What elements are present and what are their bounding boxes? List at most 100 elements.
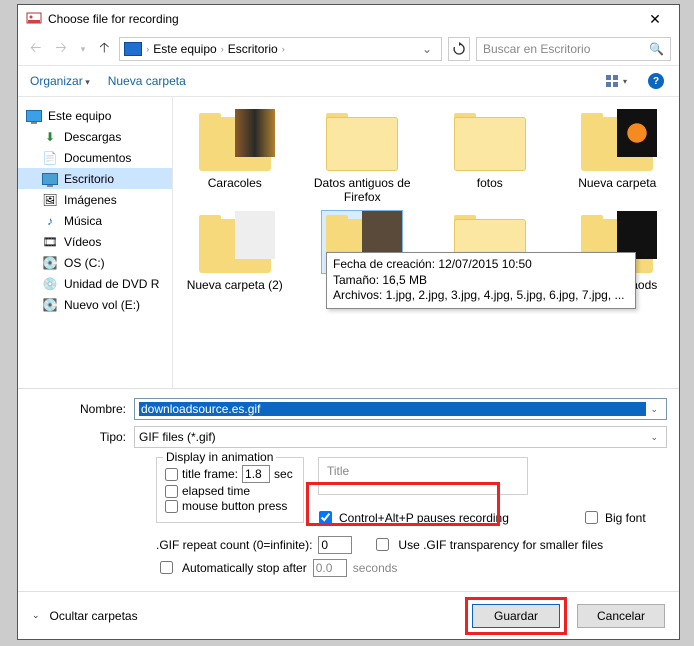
new-folder-button[interactable]: Nueva carpeta xyxy=(108,74,186,88)
up-button[interactable]: 🡡 xyxy=(95,37,113,61)
address-bar[interactable]: › Este equipo › Escritorio › ⌄ xyxy=(119,37,442,61)
help-button[interactable]: ? xyxy=(645,70,667,92)
tree-label: Imágenes xyxy=(64,193,117,207)
folder-item[interactable]: Nueva carpeta xyxy=(564,109,672,205)
tree-item-escritorio[interactable]: Escritorio xyxy=(18,168,172,189)
address-dropdown[interactable]: ⌄ xyxy=(417,42,437,56)
pause-label: Control+Alt+P pauses recording xyxy=(339,511,509,525)
tree-item-documentos[interactable]: 📄Documentos xyxy=(18,147,172,168)
tree-label: OS (C:) xyxy=(64,256,105,270)
recent-dropdown[interactable]: ▾ xyxy=(77,44,90,55)
folder-label: Nueva carpeta xyxy=(564,177,672,191)
gif-repeat-row: .GIF repeat count (0=infinite): Use .GIF… xyxy=(18,531,679,554)
filetype-row: Tipo: GIF files (*.gif) ⌄ xyxy=(18,423,679,451)
monitor-icon xyxy=(26,108,42,124)
elapsed-time-checkbox[interactable]: elapsed time xyxy=(165,484,295,498)
auto-stop-row: Automatically stop after seconds xyxy=(18,554,679,577)
tree-item-nuevo-vol[interactable]: 💽 Nuevo vol (E:) xyxy=(18,294,172,315)
save-button[interactable]: Guardar xyxy=(472,604,560,628)
tree-item-imagenes[interactable]: 🖼 Imágenes xyxy=(18,189,172,210)
breadcrumb-segment[interactable]: Escritorio xyxy=(228,42,278,56)
tree-item-musica[interactable]: ♪Música xyxy=(18,210,172,231)
tree-label: Nuevo vol (E:) xyxy=(64,298,140,312)
tree-item-os-c[interactable]: 💽 OS (C:) xyxy=(18,252,172,273)
file-pane[interactable]: Caracoles Datos antiguos de Firefox foto… xyxy=(173,97,679,388)
pause-recording-checkbox[interactable]: Control+Alt+P pauses recording xyxy=(315,508,509,527)
download-icon: ⬇ xyxy=(42,129,58,145)
search-icon: 🔍 xyxy=(649,42,664,56)
view-options-button[interactable]: ▾ xyxy=(605,70,627,92)
monitor-icon xyxy=(124,42,142,56)
folder-label: Nueva carpeta (2) xyxy=(181,279,289,293)
checkbox[interactable] xyxy=(165,500,178,513)
tree-item-videos[interactable]: 🎞 Vídeos xyxy=(18,231,172,252)
folder-label: Caracoles xyxy=(181,177,289,191)
breadcrumb-root[interactable]: Este equipo xyxy=(153,42,216,56)
auto-stop-input[interactable] xyxy=(313,559,347,577)
checkbox[interactable] xyxy=(165,485,178,498)
hide-folders-link[interactable]: Ocultar carpetas xyxy=(50,609,138,623)
title-placeholder: Title xyxy=(327,464,349,478)
checkbox[interactable] xyxy=(319,511,332,524)
checkbox-label: title frame: xyxy=(182,467,238,481)
checkbox[interactable] xyxy=(165,468,178,481)
chevron-down-icon[interactable]: ⌄ xyxy=(646,432,662,443)
tree-label: Vídeos xyxy=(64,235,101,249)
chevron-down-icon[interactable]: ⌄ xyxy=(646,404,662,415)
document-icon: 📄 xyxy=(42,150,58,166)
filename-row: Nombre: downloadsource.es.gif ⌄ xyxy=(18,395,679,423)
folder-item[interactable]: Datos antiguos de Firefox xyxy=(309,109,417,205)
title-frame-seconds-input[interactable] xyxy=(242,465,270,483)
filetype-label: Tipo: xyxy=(30,430,126,444)
folder-item[interactable]: Caracoles xyxy=(181,109,289,205)
filetype-select[interactable]: GIF files (*.gif) ⌄ xyxy=(134,426,667,448)
tree-item-dvd[interactable]: 💿Unidad de DVD R xyxy=(18,273,172,294)
pictures-icon: 🖼 xyxy=(42,192,58,208)
nav-bar: 🡠 🡢 ▾ 🡡 › Este equipo › Escritorio › ⌄ B… xyxy=(18,33,679,65)
checkbox[interactable] xyxy=(585,511,598,524)
nav-tree: Este equipo ⬇Descargas 📄Documentos Escri… xyxy=(18,97,173,388)
use-transparency-checkbox[interactable] xyxy=(376,538,389,551)
back-button[interactable]: 🡠 xyxy=(26,37,45,61)
checkbox-label: mouse button press xyxy=(182,499,287,513)
tooltip-line: Archivos: 1.jpg, 2.jpg, 3.jpg, 4.jpg, 5.… xyxy=(333,288,629,304)
filename-value: downloadsource.es.gif xyxy=(139,402,646,416)
title-frame-checkbox[interactable]: title frame: sec xyxy=(165,465,295,483)
tooltip: Fecha de creación: 12/07/2015 10:50 Tama… xyxy=(326,252,636,309)
search-input[interactable]: Buscar en Escritorio 🔍 xyxy=(476,37,671,61)
file-dialog: Choose file for recording ✕ 🡠 🡢 ▾ 🡡 › Es… xyxy=(17,4,680,640)
gif-repeat-input[interactable] xyxy=(318,536,352,554)
folder-item[interactable]: fotos xyxy=(436,109,544,205)
mouse-press-checkbox[interactable]: mouse button press xyxy=(165,499,295,513)
drive-icon: 💽 xyxy=(42,255,58,271)
display-group: Display in animation title frame: sec el… xyxy=(156,457,304,523)
cancel-button[interactable]: Cancelar xyxy=(577,604,665,628)
tooltip-line: Tamaño: 16,5 MB xyxy=(333,273,629,289)
filetype-value: GIF files (*.gif) xyxy=(139,430,646,444)
auto-stop-checkbox[interactable] xyxy=(160,561,173,574)
folder-label: fotos xyxy=(436,177,544,191)
checkbox-label: elapsed time xyxy=(182,484,250,498)
tree-label: Escritorio xyxy=(64,172,114,186)
forward-button: 🡢 xyxy=(51,37,70,61)
organize-menu[interactable]: Organizar xyxy=(30,74,90,88)
auto-stop-label: Automatically stop after xyxy=(182,561,307,575)
drive-icon: 💽 xyxy=(42,297,58,313)
video-icon: 🎞 xyxy=(42,234,58,250)
big-font-checkbox[interactable]: Big font xyxy=(581,508,646,527)
chevron-down-icon: ⌄ xyxy=(32,610,40,621)
filename-input[interactable]: downloadsource.es.gif ⌄ xyxy=(134,398,667,420)
tooltip-line: Fecha de creación: 12/07/2015 10:50 xyxy=(333,257,629,273)
title-bar: Choose file for recording ✕ xyxy=(18,5,679,33)
unit-label: sec xyxy=(274,467,293,481)
folder-item[interactable]: Nueva carpeta (2) xyxy=(181,211,289,293)
folder-label: Datos antiguos de Firefox xyxy=(309,177,417,205)
title-input-group[interactable]: Title xyxy=(318,457,528,495)
big-font-label: Big font xyxy=(605,511,646,525)
close-button[interactable]: ✕ xyxy=(635,11,675,28)
footer: ⌄ Ocultar carpetas Guardar Cancelar xyxy=(18,591,679,639)
refresh-button[interactable] xyxy=(448,37,470,61)
tree-item-root[interactable]: Este equipo xyxy=(18,105,172,126)
gif-repeat-label: .GIF repeat count (0=infinite): xyxy=(156,538,312,552)
tree-item-descargas[interactable]: ⬇Descargas xyxy=(18,126,172,147)
